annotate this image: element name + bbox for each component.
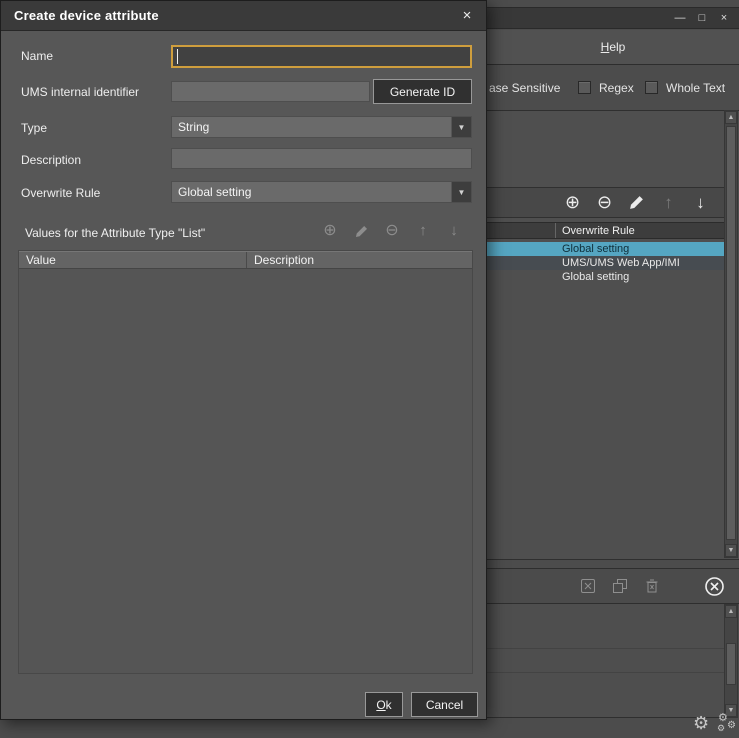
chevron-down-icon: ▼ [458, 188, 466, 197]
results-toolbar: ⊕ ⊖ ↑ ↓ [487, 187, 724, 218]
table-row[interactable]: Global setting [487, 270, 724, 284]
minimize-icon[interactable]: — [673, 10, 687, 26]
column-header-label: Overwrite Rule [562, 225, 635, 237]
values-table-body [19, 270, 472, 673]
help-button[interactable]: Help [601, 40, 626, 54]
cancel-button[interactable]: Cancel [411, 692, 478, 717]
clear-icon[interactable] [579, 577, 597, 595]
maximize-icon[interactable]: □ [695, 10, 709, 26]
ums-id-label: UMS internal identifier [21, 85, 139, 99]
values-toolbar: ⊕ ⊖ ↑ ↓ [321, 222, 463, 240]
description-label: Description [21, 153, 81, 167]
overwrite-rule-select[interactable]: Global setting ▼ [171, 181, 472, 203]
whole-text-label: Whole Text [666, 81, 725, 95]
gear-icon: ⚙ [717, 724, 725, 733]
scroll-up-icon[interactable]: ▲ [725, 605, 737, 618]
copy-icon[interactable] [611, 577, 629, 595]
gear-icon: ⚙ [727, 721, 736, 731]
window-close-icon[interactable]: × [717, 10, 731, 26]
row-label: UMS/UMS Web App/IMI [562, 257, 680, 269]
assignment-scrollbar[interactable]: ▲ ▼ [724, 604, 738, 718]
add-icon[interactable]: ⊕ [563, 193, 582, 212]
scrollbar-thumb[interactable] [726, 126, 736, 540]
ok-button[interactable]: Ok [365, 692, 403, 717]
regex-label: Regex [599, 81, 634, 95]
values-section-title: Values for the Attribute Type "List" [25, 226, 205, 240]
results-scrollbar[interactable]: ▲ ▼ [724, 110, 738, 558]
screen: — □ × Help ase Sensitive Regex Whole Tex… [0, 0, 739, 738]
values-section: Values for the Attribute Type "List" ⊕ ⊖… [18, 217, 473, 674]
remove-icon[interactable]: ⊖ [595, 193, 614, 212]
overwrite-rule-column-header[interactable]: Overwrite Rule [487, 222, 724, 239]
values-table: Value Description [18, 250, 473, 674]
assignment-panel [487, 604, 724, 718]
whole-text-checkbox[interactable] [645, 81, 658, 94]
window-controls: — □ × [673, 10, 731, 26]
type-dropdown-button[interactable]: ▼ [451, 117, 471, 137]
gear-icon: ⚙ [693, 714, 709, 732]
table-row[interactable]: Global setting [487, 242, 724, 256]
values-table-header: Value Description [19, 251, 472, 269]
divider [487, 648, 724, 649]
regex-checkbox[interactable] [578, 81, 591, 94]
dialog-title: Create device attribute [14, 8, 159, 23]
delete-icon[interactable] [643, 577, 661, 595]
assignment-toolbar [487, 568, 739, 604]
description-input[interactable] [171, 148, 472, 169]
overwrite-rule-value: Global setting [172, 182, 451, 202]
scroll-down-icon[interactable]: ▼ [725, 544, 737, 557]
help-bar: Help [487, 30, 739, 65]
description-column-header[interactable]: Description [247, 252, 472, 268]
move-up-icon[interactable]: ↑ [414, 222, 432, 240]
ums-id-input[interactable] [171, 81, 370, 102]
remove-assignment-icon[interactable] [704, 576, 725, 597]
case-sensitive-label: ase Sensitive [489, 81, 560, 95]
text-caret [177, 49, 178, 64]
create-device-attribute-dialog: Create device attribute × Name UMS inter… [0, 0, 487, 720]
name-label: Name [21, 49, 53, 63]
dialog-titlebar[interactable]: Create device attribute × [1, 1, 486, 31]
type-label: Type [21, 121, 47, 135]
row-label: Global setting [562, 243, 629, 255]
type-select[interactable]: String ▼ [171, 116, 472, 138]
edit-icon[interactable] [627, 193, 646, 212]
move-up-icon[interactable]: ↑ [659, 193, 678, 212]
value-column-header[interactable]: Value [19, 252, 247, 268]
overwrite-rule-label: Overwrite Rule [21, 186, 100, 200]
dialog-close-icon[interactable]: × [457, 6, 477, 26]
type-value: String [172, 117, 451, 137]
results-panel [487, 110, 739, 560]
chevron-down-icon: ▼ [458, 123, 466, 132]
name-input[interactable] [171, 45, 472, 68]
scrollbar-thumb[interactable] [726, 643, 736, 685]
column-divider[interactable] [555, 223, 556, 238]
overwrite-dropdown-button[interactable]: ▼ [451, 182, 471, 202]
row-label: Global setting [562, 271, 629, 283]
generate-id-button[interactable]: Generate ID [373, 79, 472, 104]
table-row[interactable]: UMS/UMS Web App/IMI [487, 256, 724, 270]
remove-icon[interactable]: ⊖ [383, 222, 401, 240]
move-down-icon[interactable]: ↓ [445, 222, 463, 240]
scroll-up-icon[interactable]: ▲ [725, 111, 737, 124]
edit-icon[interactable] [352, 223, 370, 240]
add-icon[interactable]: ⊕ [321, 222, 339, 240]
move-down-icon[interactable]: ↓ [691, 193, 710, 212]
divider [487, 672, 724, 673]
